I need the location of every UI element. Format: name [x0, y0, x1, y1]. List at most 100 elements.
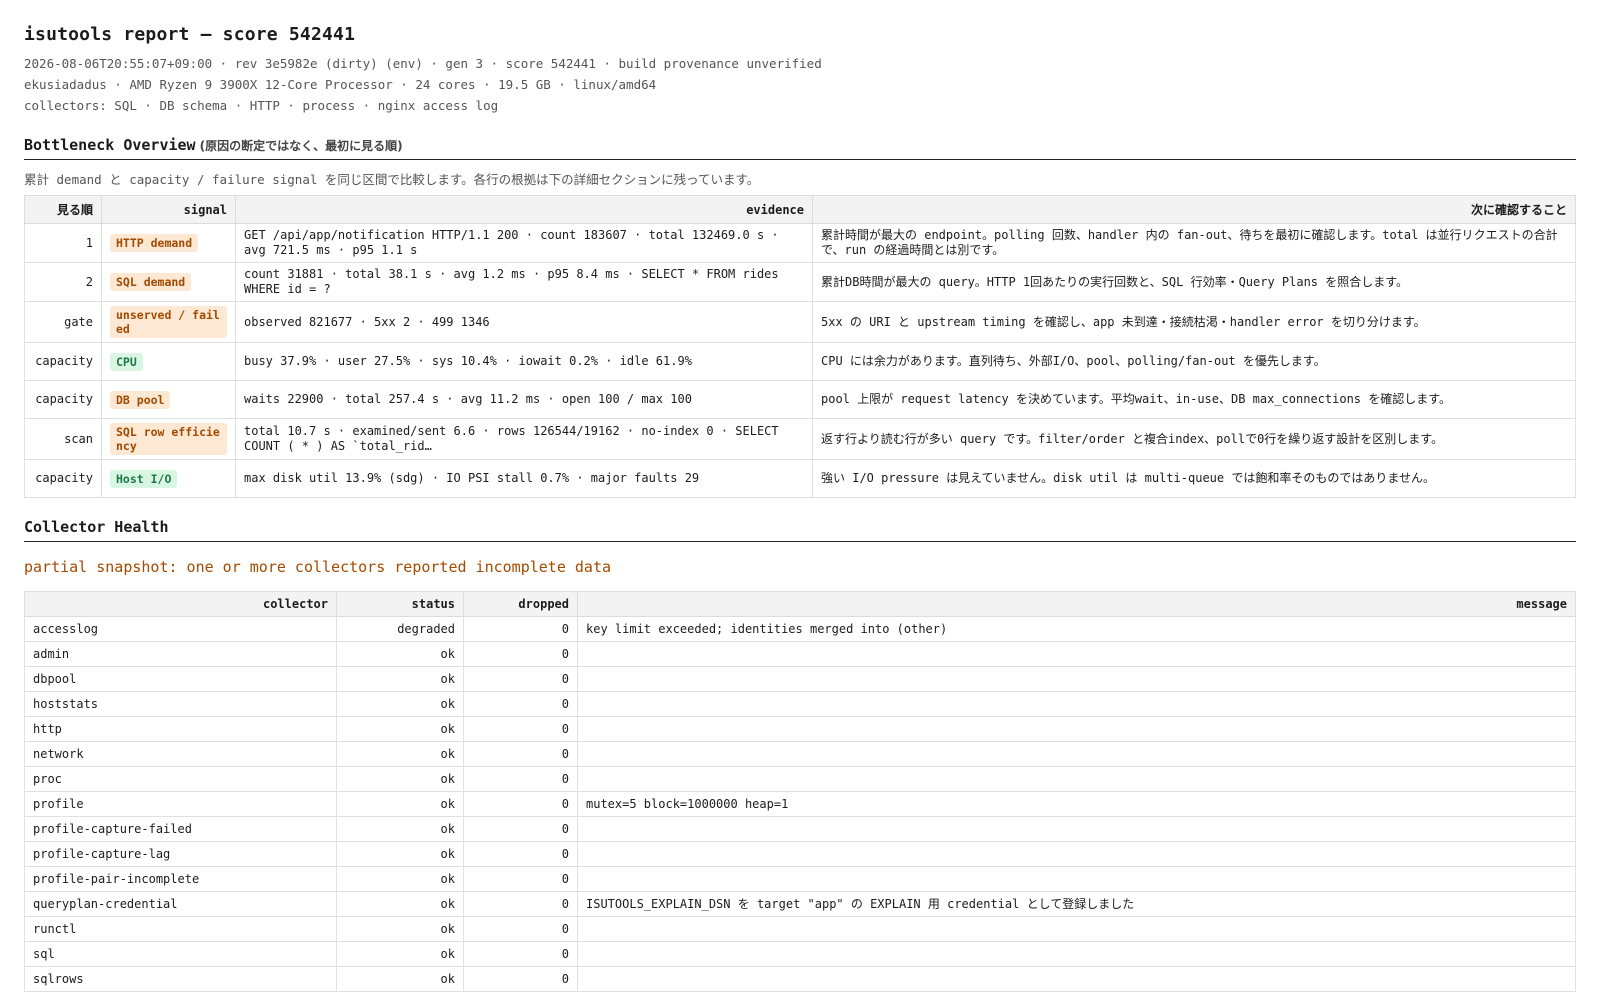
signal-cell: unserved / failed [101, 301, 236, 343]
signal-badge: Host I/O [110, 469, 178, 488]
signal-badge: SQL demand [110, 273, 192, 291]
order-cell: capacity [24, 380, 102, 419]
table-header-row: 見る順 signal evidence 次に確認すること [24, 195, 1576, 224]
next-step-cell: 累計DB時間が最大の query。HTTP 1回あたりの実行回数と、SQL 行効… [812, 262, 1576, 302]
table-header-row: collector status dropped message [24, 591, 1576, 617]
table-row: capacity Host I/O max disk util 13.9% (sdg… [24, 459, 1576, 498]
dropped-cell: 0 [463, 766, 578, 792]
status-cell: ok [336, 891, 464, 917]
table-row: sqlrows ok 0 [24, 966, 1576, 992]
status-cell: degraded [336, 616, 464, 642]
status-cell: ok [336, 716, 464, 742]
collector-name-cell: accesslog [24, 616, 337, 642]
collector-name-cell: hoststats [24, 691, 337, 717]
bottleneck-overview-table: 見る順 signal evidence 次に確認すること 1 HTTP deman… [24, 195, 1576, 498]
collector-name-cell: runctl [24, 916, 337, 942]
message-cell [577, 816, 1576, 842]
table-row: proc ok 0 [24, 766, 1576, 792]
message-cell [577, 916, 1576, 942]
next-step-cell: 強い I/O pressure は見えていません。disk util は mul… [812, 459, 1576, 498]
evidence-cell: count 31881 · total 38.1 s · avg 1.2 ms … [235, 262, 813, 302]
column-header-message: message [577, 591, 1576, 617]
message-cell [577, 691, 1576, 717]
collector-name-cell: profile-capture-failed [24, 816, 337, 842]
table-row: http ok 0 [24, 716, 1576, 742]
order-cell: gate [24, 301, 102, 343]
order-cell: scan [24, 418, 102, 460]
signal-badge: CPU [110, 352, 143, 371]
status-cell: ok [336, 766, 464, 792]
dropped-cell: 0 [463, 941, 578, 967]
dropped-cell: 0 [463, 716, 578, 742]
table-row: dbpool ok 0 [24, 666, 1576, 692]
dropped-cell: 0 [463, 816, 578, 842]
dropped-cell: 0 [463, 666, 578, 692]
signal-badge: DB pool [110, 390, 171, 409]
message-cell [577, 741, 1576, 767]
signal-badge: unserved / failed [110, 306, 227, 338]
status-cell: ok [336, 916, 464, 942]
table-row: profile-pair-incomplete ok 0 [24, 866, 1576, 892]
meta-collectors-line: collectors: SQL · DB schema · HTTP · pro… [24, 98, 499, 113]
message-cell [577, 666, 1576, 692]
page-title: isutools report — score 542441 [24, 24, 356, 45]
status-cell: ok [336, 966, 464, 992]
table-row: admin ok 0 [24, 641, 1576, 667]
dropped-cell: 0 [463, 841, 578, 867]
collector-name-cell: queryplan-credential [24, 891, 337, 917]
table-row: runctl ok 0 [24, 916, 1576, 942]
signal-cell: Host I/O [101, 459, 236, 498]
signal-cell: CPU [101, 342, 236, 381]
table-row: scan SQL row efficiency total 10.7 s · exa… [24, 418, 1576, 460]
status-cell: ok [336, 741, 464, 767]
table-row: hoststats ok 0 [24, 691, 1576, 717]
column-header-evidence: evidence [235, 195, 813, 224]
meta-host-line: ekusiadadus · AMD Ryzen 9 3900X 12-Core … [24, 77, 657, 92]
table-row: capacity DB pool waits 22900 · total 257.4… [24, 380, 1576, 419]
evidence-cell: observed 821677 · 5xx 2 · 499 1346 [235, 301, 813, 343]
collector-health-heading: Collector Health [24, 518, 1576, 542]
message-cell: mutex=5 block=1000000 heap=1 [577, 791, 1576, 817]
collector-health-table: collector status dropped message accessl… [24, 591, 1576, 992]
table-row: 1 HTTP demand GET /api/app/notification HT… [24, 223, 1576, 263]
signal-badge: HTTP demand [110, 234, 199, 252]
evidence-cell: waits 22900 · total 257.4 s · avg 11.2 m… [235, 380, 813, 419]
status-cell: ok [336, 666, 464, 692]
overview-table-body: 1 HTTP demand GET /api/app/notification HT… [24, 223, 1576, 498]
overview-heading-text: Bottleneck Overview [24, 136, 196, 154]
evidence-cell: busy 37.9% · user 27.5% · sys 10.4% · io… [235, 342, 813, 381]
dropped-cell: 0 [463, 966, 578, 992]
message-cell [577, 641, 1576, 667]
status-cell: ok [336, 691, 464, 717]
evidence-cell: total 10.7 s · examined/sent 6.6 · rows … [235, 418, 813, 460]
meta-run-line: 2026-08-06T20:55:07+09:00 · rev 3e5982e … [24, 56, 822, 71]
status-cell: ok [336, 791, 464, 817]
dropped-cell: 0 [463, 741, 578, 767]
message-cell: key limit exceeded; identities merged in… [577, 616, 1576, 642]
message-cell [577, 941, 1576, 967]
message-cell [577, 966, 1576, 992]
report-page: isutools report — score 542441 2026-08-0… [0, 0, 1600, 992]
collector-table-body: accesslog degraded 0 key limit exceeded; id… [24, 616, 1576, 992]
collector-name-cell: sql [24, 941, 337, 967]
signal-cell: DB pool [101, 380, 236, 419]
report-meta: 2026-08-06T20:55:07+09:00 · rev 3e5982e … [24, 53, 1576, 116]
next-step-cell: 累計時間が最大の endpoint。polling 回数、handler 内の … [812, 223, 1576, 263]
overview-heading: Bottleneck Overview (原因の断定ではなく、最初に見る順) [24, 136, 1576, 160]
dropped-cell: 0 [463, 641, 578, 667]
message-cell [577, 866, 1576, 892]
collector-name-cell: profile-pair-incomplete [24, 866, 337, 892]
overview-heading-note: (原因の断定ではなく、最初に見る順) [199, 139, 403, 153]
message-cell [577, 766, 1576, 792]
message-cell: ISUTOOLS_EXPLAIN_DSN を target "app" の EX… [577, 891, 1576, 917]
status-cell: ok [336, 941, 464, 967]
partial-snapshot-warning: partial snapshot: one or more collectors… [24, 558, 611, 576]
next-step-cell: 返す行より読む行が多い query です。filter/order と複合ind… [812, 418, 1576, 460]
collector-name-cell: proc [24, 766, 337, 792]
dropped-cell: 0 [463, 616, 578, 642]
message-cell [577, 841, 1576, 867]
dropped-cell: 0 [463, 916, 578, 942]
status-cell: ok [336, 866, 464, 892]
collector-name-cell: http [24, 716, 337, 742]
table-row: gate unserved / failed observed 821677 · 5… [24, 301, 1576, 343]
